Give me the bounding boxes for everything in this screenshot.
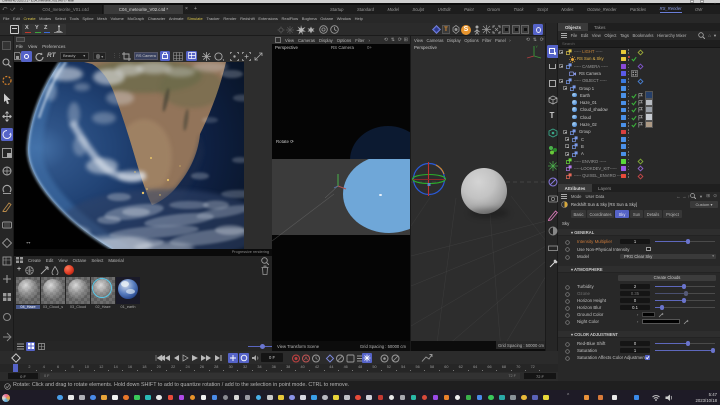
- svg-text:Y: Y: [536, 45, 539, 49]
